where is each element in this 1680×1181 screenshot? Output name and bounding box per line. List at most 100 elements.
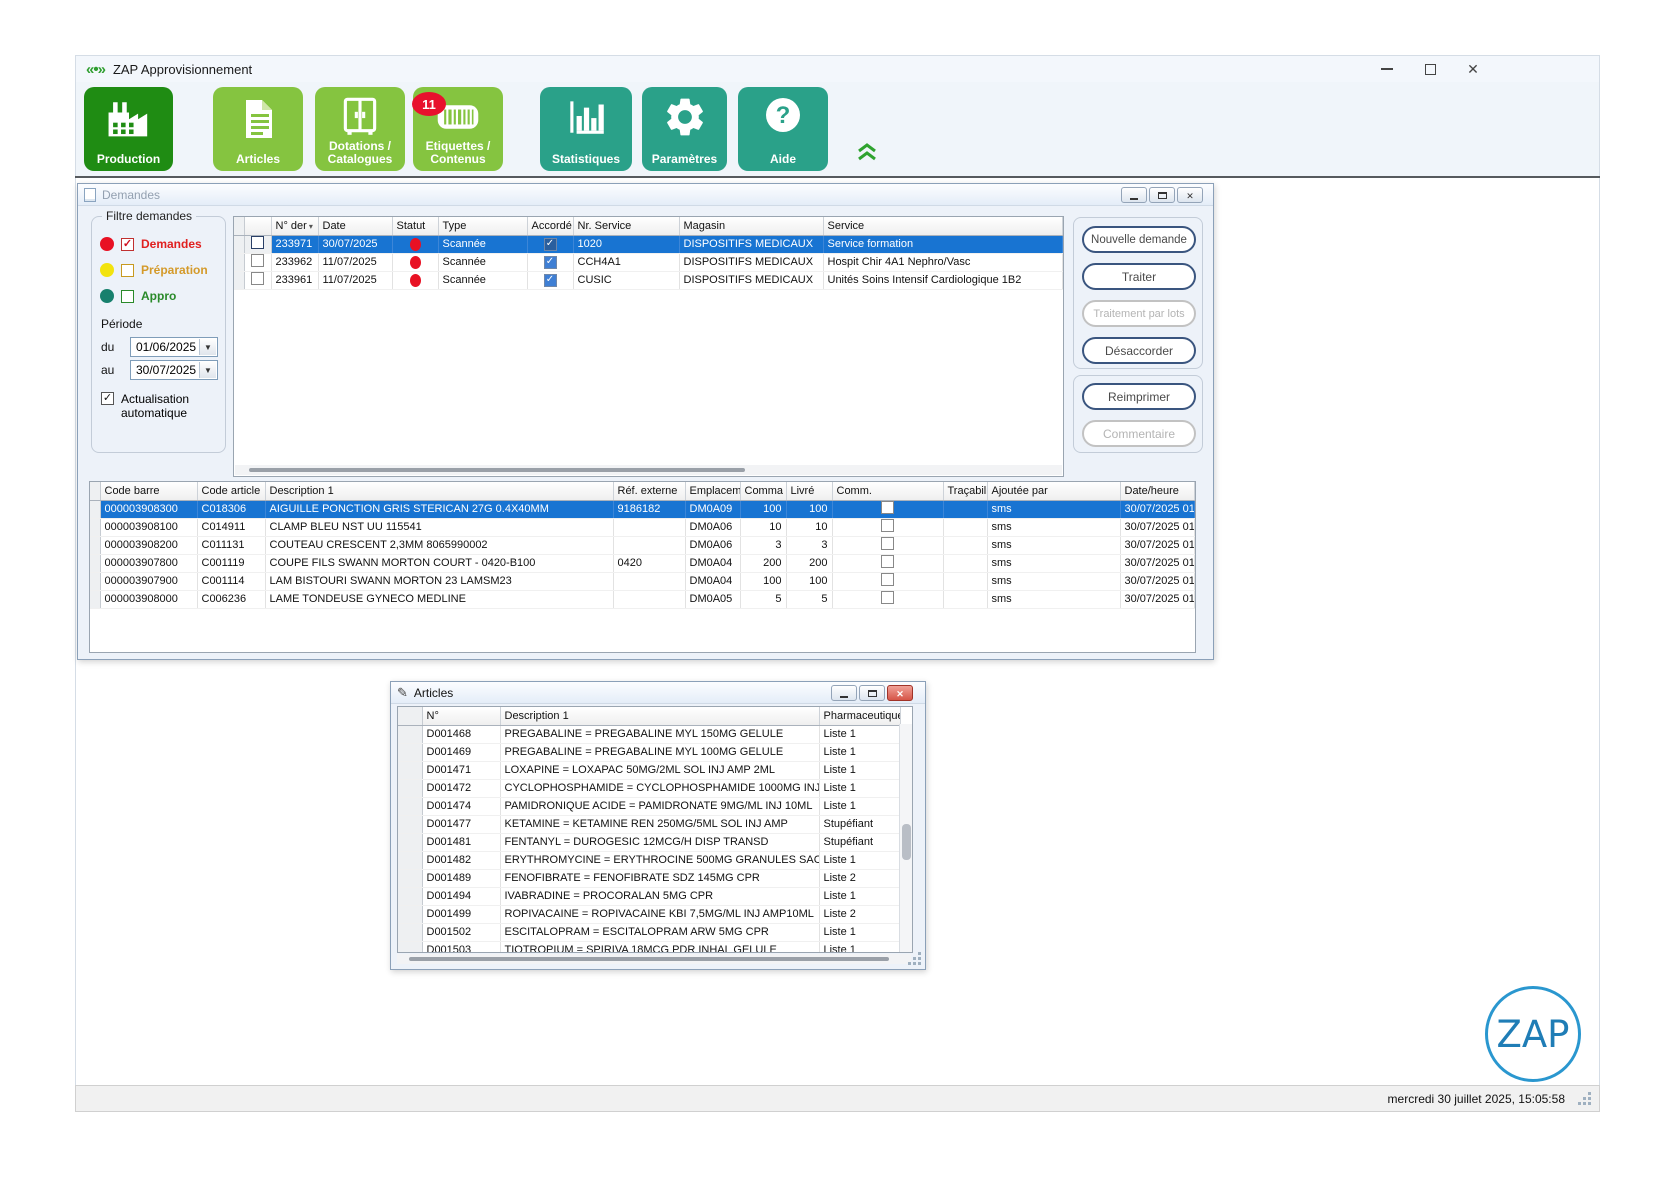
accorde-checkbox[interactable] <box>544 274 557 287</box>
articles-maximize-button[interactable] <box>859 685 885 701</box>
app-minimize-button[interactable] <box>1372 59 1402 79</box>
article-row[interactable]: D001468PREGABALINE = PREGABALINE MYL 150… <box>398 725 901 743</box>
comment-checkbox[interactable] <box>881 555 894 568</box>
column-header-nr-service[interactable]: Nr. Service <box>573 217 679 235</box>
commentaire-button[interactable]: Commentaire <box>1082 420 1196 447</box>
article-row[interactable]: D001474PAMIDRONIQUE ACIDE = PAMIDRONATE … <box>398 797 901 815</box>
column-header-statut[interactable]: Statut <box>392 217 438 235</box>
articles-horizontal-scrollbar[interactable] <box>397 954 911 964</box>
articles-vertical-scrollbar[interactable] <box>899 724 912 952</box>
column-header-comm[interactable]: Comm. <box>832 482 943 500</box>
row-select-checkbox[interactable] <box>251 254 264 267</box>
article-row[interactable]: D001471LOXAPINE = LOXAPAC 50MG/2ML SOL I… <box>398 761 901 779</box>
demandes-checkbox[interactable] <box>121 238 134 251</box>
column-header-trac[interactable]: Traçabilit <box>943 482 987 500</box>
article-row[interactable]: D001482ERYTHROMYCINE = ERYTHROCINE 500MG… <box>398 851 901 869</box>
auto-refresh-checkbox[interactable] <box>101 392 114 405</box>
comment-checkbox[interactable] <box>881 519 894 532</box>
reimprimer-button[interactable]: Reimprimer <box>1082 383 1196 410</box>
request-row[interactable]: 233971 30/07/2025 Scannée 1020 DISPOSITI… <box>234 235 1063 253</box>
detail-row[interactable]: 000003907900 C001114 LAM BISTOURI SWANN … <box>90 572 1195 590</box>
article-row[interactable]: D001494IVABRADINE = PROCORALAN 5MG CPRLi… <box>398 887 901 905</box>
column-header-ajoutee[interactable]: Ajoutée par <box>987 482 1120 500</box>
demandes-minimize-button[interactable] <box>1121 187 1147 203</box>
article-row[interactable]: D001499ROPIVACAINE = ROPIVACAINE KBI 7,5… <box>398 905 901 923</box>
articles-minimize-button[interactable] <box>831 685 857 701</box>
toolbar-button-statistiques[interactable]: Statistiques <box>540 87 632 171</box>
scrollbar-thumb[interactable] <box>902 824 911 860</box>
chevron-down-icon[interactable]: ▼ <box>199 362 216 378</box>
request-row[interactable]: 233961 11/07/2025 Scannée CUSIC DISPOSIT… <box>234 271 1063 289</box>
row-select-checkbox[interactable] <box>251 236 264 249</box>
comment-checkbox[interactable] <box>881 573 894 586</box>
scrollbar-thumb[interactable] <box>249 468 745 472</box>
requests-horizontal-scrollbar[interactable] <box>235 465 1062 475</box>
close-icon <box>1186 186 1194 204</box>
toolbar-button-aide[interactable]: ? Aide <box>738 87 828 171</box>
article-row[interactable]: D001469PREGABALINE = PREGABALINE MYL 100… <box>398 743 901 761</box>
column-header-num[interactable]: N° <box>422 707 500 725</box>
detail-row[interactable]: 000003908100 C014911 CLAMP BLEU NST UU 1… <box>90 518 1195 536</box>
detail-row[interactable]: 000003908200 C011131 COUTEAU CRESCENT 2,… <box>90 536 1195 554</box>
article-row[interactable]: D001481FENTANYL = DUROGESIC 12MCG/H DISP… <box>398 833 901 851</box>
column-header-barcode[interactable]: Code barre <box>100 482 197 500</box>
column-header-ref[interactable]: Réf. externe <box>613 482 685 500</box>
nouvelle-demande-button[interactable]: Nouvelle demande <box>1082 226 1196 253</box>
article-row[interactable]: D001477KETAMINE = KETAMINE REN 250MG/5ML… <box>398 815 901 833</box>
column-header-magasin[interactable]: Magasin <box>679 217 823 235</box>
article-row[interactable]: D001472CYCLOPHOSPHAMIDE = CYCLOPHOSPHAMI… <box>398 779 901 797</box>
detail-row[interactable]: 000003908300 C018306 AIGUILLE PONCTION G… <box>90 500 1195 518</box>
comment-checkbox[interactable] <box>881 501 894 514</box>
preparation-checkbox[interactable] <box>121 264 134 277</box>
date-to-combobox[interactable]: 30/07/2025 ▼ <box>130 360 218 380</box>
resize-grip[interactable] <box>1588 1092 1591 1095</box>
column-header-livre[interactable]: Livré <box>786 482 832 500</box>
column-header-num[interactable]: N° der <box>271 217 318 235</box>
column-header-select[interactable] <box>244 217 271 235</box>
toolbar-button-parametres[interactable]: Paramètres <box>642 87 727 171</box>
toolbar-button-articles[interactable]: Articles <box>213 87 303 171</box>
traitement-par-lots-button[interactable]: Traitement par lots <box>1082 300 1196 327</box>
demandes-title-bar[interactable]: Demandes <box>78 184 1213 206</box>
comment-checkbox[interactable] <box>881 537 894 550</box>
app-close-button[interactable]: ✕ <box>1458 59 1488 79</box>
comment-checkbox[interactable] <box>881 591 894 604</box>
scrollbar-thumb[interactable] <box>409 957 889 961</box>
column-header-service[interactable]: Service <box>823 217 1063 235</box>
column-header-date[interactable]: Date/heure <box>1120 482 1195 500</box>
appro-checkbox[interactable] <box>121 290 134 303</box>
column-header-cmd[interactable]: Comma <box>740 482 786 500</box>
chevron-down-icon[interactable]: ▼ <box>199 339 216 355</box>
demandes-close-button[interactable] <box>1177 187 1203 203</box>
app-maximize-button[interactable] <box>1415 59 1445 79</box>
desaccorder-button[interactable]: Désaccorder <box>1082 337 1196 364</box>
traiter-button[interactable]: Traiter <box>1082 263 1196 290</box>
toolbar-button-dotations[interactable]: Dotations / Catalogues <box>315 87 405 171</box>
column-header-desc[interactable]: Description 1 <box>500 707 819 725</box>
demandes-maximize-button[interactable] <box>1149 187 1175 203</box>
column-header-type[interactable]: Type <box>438 217 527 235</box>
column-header-code[interactable]: Code article <box>197 482 265 500</box>
article-row[interactable]: D001489FENOFIBRATE = FENOFIBRATE SDZ 145… <box>398 869 901 887</box>
article-row[interactable]: D001503TIOTROPIUM = SPIRIVA 18MCG PDR IN… <box>398 941 901 953</box>
maximize-icon <box>868 690 877 697</box>
row-select-checkbox[interactable] <box>251 272 264 285</box>
request-row[interactable]: 233962 11/07/2025 Scannée CCH4A1 DISPOSI… <box>234 253 1063 271</box>
cabinet-icon <box>337 94 383 141</box>
column-header-pharma[interactable]: Pharmaceutique <box>819 707 901 725</box>
date-from-combobox[interactable]: 01/06/2025 ▼ <box>130 337 218 357</box>
column-header-date[interactable]: Date <box>318 217 392 235</box>
collapse-toolbar-chevrons[interactable] <box>856 142 878 167</box>
articles-close-button[interactable] <box>887 685 913 701</box>
detail-row[interactable]: 000003908000 C006236 LAME TONDEUSE GYNEC… <box>90 590 1195 608</box>
column-header-desc[interactable]: Description 1 <box>265 482 613 500</box>
column-header-accorde[interactable]: Accordé <box>527 217 573 235</box>
detail-row[interactable]: 000003907800 C001119 COUPE FILS SWANN MO… <box>90 554 1195 572</box>
column-header-empl[interactable]: Emplacement r <box>685 482 740 500</box>
toolbar-button-production[interactable]: Production <box>84 87 173 171</box>
accorde-checkbox[interactable] <box>544 238 557 251</box>
resize-grip[interactable] <box>918 952 921 955</box>
toolbar-button-label: Paramètres <box>652 153 717 166</box>
article-row[interactable]: D001502ESCITALOPRAM = ESCITALOPRAM ARW 5… <box>398 923 901 941</box>
accorde-checkbox[interactable] <box>544 256 557 269</box>
